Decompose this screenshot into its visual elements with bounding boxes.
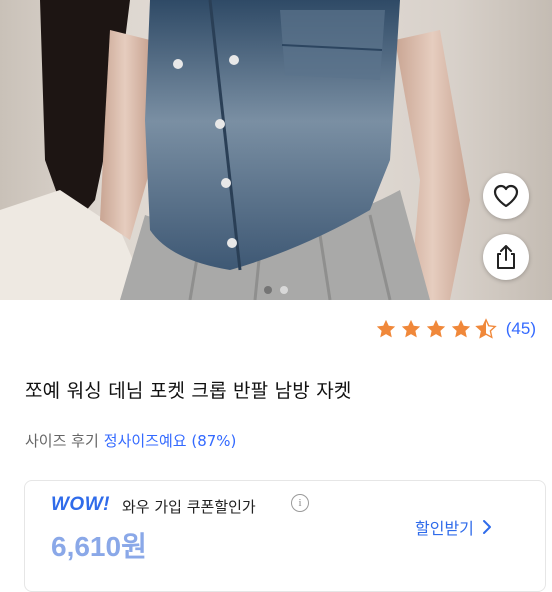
get-coupon-button[interactable]: 할인받기 (415, 515, 492, 539)
size-review[interactable]: 사이즈 후기 정사이즈예요 (87%) (25, 430, 236, 451)
gallery-pagination (0, 286, 552, 294)
share-icon (497, 245, 515, 269)
product-rating[interactable]: (45) (375, 318, 536, 340)
pagination-dot[interactable] (280, 286, 288, 294)
wow-coupon-price-label: 와우 가입 쿠폰할인가 (122, 498, 256, 516)
chevron-right-icon (482, 520, 491, 534)
star-half-icon (475, 318, 497, 339)
size-review-value: 정사이즈예요 (87%) (103, 432, 237, 450)
star-full-icon (401, 319, 420, 338)
pagination-dot-active[interactable] (264, 286, 272, 294)
wow-coupon-box: WOW! 와우 가입 쿠폰할인가 i 6,610원 할인받기 (24, 480, 546, 592)
wow-coupon-price: 6,610원 (51, 531, 147, 562)
star-full-icon (426, 319, 445, 338)
info-icon[interactable]: i (291, 494, 309, 512)
product-image-gallery[interactable] (0, 0, 552, 300)
star-full-icon (451, 319, 470, 338)
wow-logo: WOW! (51, 494, 110, 515)
get-coupon-label: 할인받기 (415, 519, 474, 538)
favorite-button[interactable] (483, 173, 529, 219)
product-photo (0, 0, 470, 300)
size-review-label: 사이즈 후기 (25, 432, 99, 450)
star-full-icon (376, 319, 395, 338)
review-count-link[interactable]: (45) (506, 319, 536, 339)
product-title: 쪼예 워싱 데님 포켓 크롭 반팔 남방 자켓 (25, 380, 352, 402)
heart-icon (493, 184, 519, 208)
share-button[interactable] (483, 234, 529, 280)
